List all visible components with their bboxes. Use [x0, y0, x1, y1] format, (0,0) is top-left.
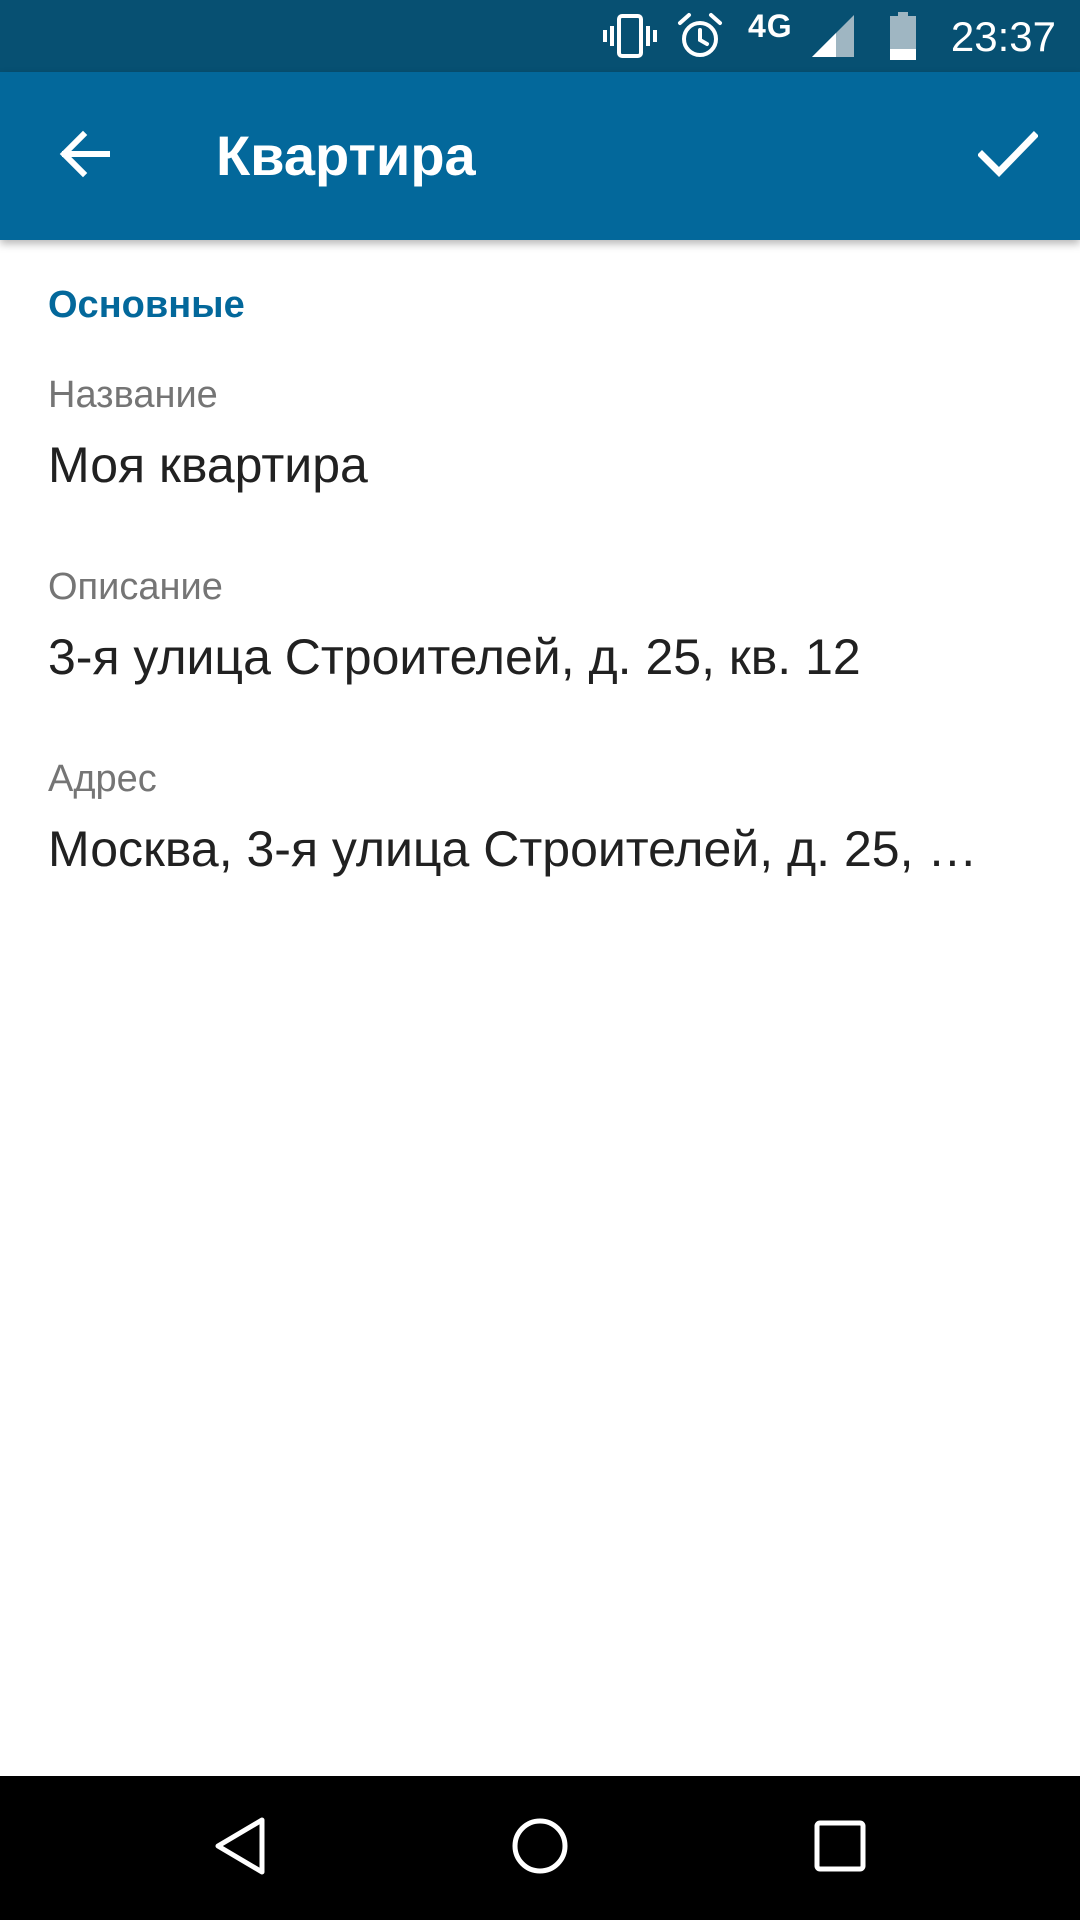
app-bar: Квартира: [0, 72, 1080, 240]
signal-icon: [808, 0, 858, 72]
section-header: Основные: [48, 284, 245, 326]
vibrate-icon: [600, 0, 660, 72]
pref-item-description[interactable]: Описание 3-я улица Строителей, д. 25, кв…: [0, 528, 1080, 720]
status-bar: 4G 23:37: [0, 0, 1080, 72]
nav-home-button[interactable]: [480, 1800, 600, 1896]
nav-back-icon: [212, 1816, 268, 1881]
status-clock: 23:37: [950, 13, 1056, 60]
pref-title: Название: [48, 374, 218, 416]
confirm-button[interactable]: [960, 108, 1056, 204]
page-title: Квартира: [216, 124, 476, 187]
navigation-bar: [0, 1776, 1080, 1920]
pref-item-name[interactable]: Название Моя квартира: [0, 336, 1080, 528]
nav-home-icon: [510, 1816, 570, 1881]
pref-title: Адрес: [48, 758, 157, 800]
arrow-back-icon: [57, 127, 111, 186]
screen: 4G 23:37 Квартира Основные Название Моя …: [0, 0, 1080, 1920]
pref-item-address[interactable]: Адрес Москва, 3-я улица Строителей, д. 2…: [0, 720, 1080, 912]
pref-summary: Моя квартира: [48, 437, 368, 493]
battery-icon: [886, 0, 920, 72]
network-type-label: 4G: [748, 8, 793, 44]
nav-recents-icon: [812, 1818, 868, 1879]
pref-summary: 3-я улица Строителей, д. 25, кв. 12: [48, 629, 861, 685]
check-icon: [977, 130, 1039, 183]
nav-recents-button[interactable]: [780, 1800, 900, 1896]
alarm-icon: [672, 0, 728, 72]
back-button[interactable]: [36, 108, 132, 204]
nav-back-button[interactable]: [180, 1800, 300, 1896]
pref-title: Описание: [48, 566, 223, 608]
pref-summary: Москва, 3-я улица Строителей, д. 25, …: [48, 821, 978, 877]
